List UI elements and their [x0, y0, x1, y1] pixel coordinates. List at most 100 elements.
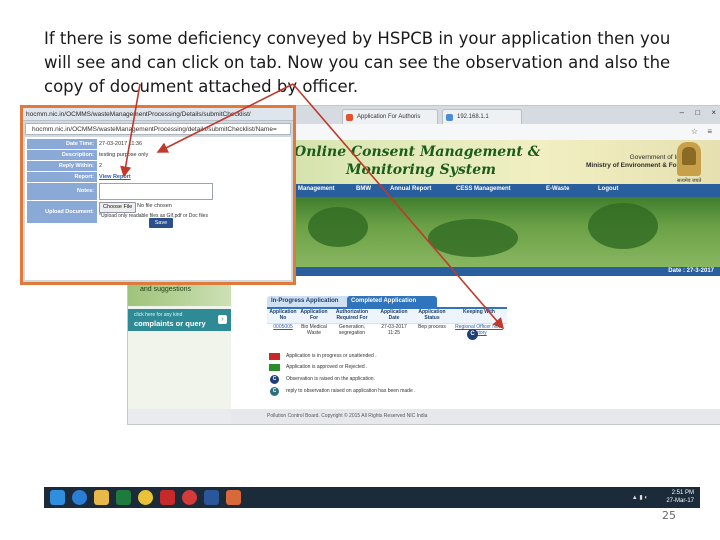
chevron-right-icon: ›	[218, 315, 227, 324]
site-title-line-1: Online Consent Management &	[294, 144, 541, 160]
col-application-no: Application No	[269, 309, 297, 321]
complaints-line-1: click here for any kind	[134, 312, 183, 318]
complaints-button[interactable]: click here for any kind complaints or qu…	[128, 309, 231, 331]
reply-c-icon: C	[270, 387, 279, 396]
nav-item-logout[interactable]: Logout	[598, 186, 618, 192]
site-footer: Pollution Control Board. Copyright © 201…	[231, 409, 720, 424]
nav-item-bmw[interactable]: BMW	[356, 186, 371, 192]
government-line-2: Ministry of Environment & Forest	[586, 162, 689, 169]
view-report-link[interactable]: View Report	[99, 172, 227, 182]
field-upload-document: Upload Document: Choose File No file cho…	[27, 201, 227, 223]
tab-label: 192.168.1.1	[457, 114, 489, 120]
field-notes: Notes:	[27, 183, 227, 200]
col-keeping-with: Keeping With	[463, 309, 495, 315]
word-icon[interactable]	[204, 490, 219, 505]
national-emblem-icon	[677, 142, 701, 176]
application-content: In-Progress Application Completed Applic…	[231, 276, 720, 409]
col-application-status: Application Status	[418, 309, 446, 321]
legend-item: C reply to observation raised on applica…	[269, 387, 479, 397]
browser-tab-router[interactable]: 192.168.1.1	[442, 109, 522, 124]
caption-line-2: will see and can click on tab. Now you c…	[44, 53, 671, 72]
close-icon[interactable]: ×	[711, 108, 716, 117]
taskbar-clock[interactable]: 2:51 PM 27-Mar-17	[666, 489, 694, 505]
system-tray-icon[interactable]: ▲ ▮ ◐	[632, 494, 648, 501]
opera-icon[interactable]	[182, 490, 197, 505]
cell-authorization: Generation, segregation	[338, 324, 366, 336]
col-application-for: Application For	[300, 309, 328, 321]
banner-foliage	[428, 219, 518, 257]
legend-item: C Observation is raised on the applicati…	[269, 375, 479, 385]
tab-inprogress-application[interactable]: In-Progress Application	[267, 296, 353, 307]
legend-text: Application is approved or Rejected .	[286, 364, 368, 370]
menu-icon[interactable]: ≡	[707, 127, 712, 136]
popup-body: Date Time: 27-03-2017 11:36 Description:…	[25, 137, 291, 280]
nav-item-management[interactable]: Management	[298, 186, 335, 192]
observation-popup-window: hocmm.nic.in/OCMMS/wasteManagementProces…	[20, 105, 296, 285]
field-reply-within: Reply Within: 2	[27, 161, 227, 171]
chrome-icon[interactable]	[138, 490, 153, 505]
excel-icon[interactable]	[116, 490, 131, 505]
date-text: Date : 27-3-2017	[668, 268, 714, 274]
col-application-date: Application Date	[380, 309, 408, 321]
field-label: Date Time:	[27, 139, 97, 149]
field-label: Description:	[27, 150, 97, 160]
tab-label: Application For Authoris	[357, 114, 421, 120]
site-title-line-2: Monitoring System	[346, 162, 496, 178]
windows-taskbar: ▲ ▮ ◐ 2:51 PM 27-Mar-17	[44, 487, 700, 508]
save-button[interactable]: Save	[149, 218, 173, 228]
suggestions-text: and suggestions	[140, 286, 191, 293]
tab-favicon-icon	[446, 114, 453, 121]
observation-c-icon[interactable]: C	[467, 329, 478, 340]
field-description: Description: testing purpose only	[27, 150, 227, 160]
star-icon[interactable]: ☆	[691, 127, 698, 136]
observation-form: Date Time: 27-03-2017 11:36 Description:…	[27, 139, 227, 224]
notes-textarea[interactable]	[99, 183, 213, 200]
cell-application-no[interactable]: 0005005	[267, 324, 299, 338]
observation-c-icon: C	[270, 375, 279, 384]
cell-keeping-with[interactable]: Regional Officer Note History	[451, 324, 507, 338]
col-authorization: Authorization Required For	[335, 309, 369, 321]
slide-caption: If there is some deficiency conveyed by …	[44, 27, 674, 99]
popup-address-bar[interactable]: hocmm.nic.in/OCMMS/wasteManagementProces…	[25, 123, 291, 135]
clock-time: 2:51 PM	[671, 490, 694, 496]
field-label: Upload Document:	[27, 201, 97, 223]
slide-page-number: 25	[662, 509, 676, 522]
paint-icon[interactable]	[226, 490, 241, 505]
banner-foliage	[308, 207, 368, 247]
internet-explorer-icon[interactable]	[72, 490, 87, 505]
windows-start-icon[interactable]	[50, 490, 65, 505]
cell-application-for: Bio Medical Waste	[301, 324, 327, 336]
tab-completed-application[interactable]: Completed Application	[347, 296, 437, 307]
minimize-icon[interactable]: –	[680, 108, 684, 117]
field-label: Notes:	[27, 183, 97, 200]
legend-item: Application is approved or Rejected .	[269, 364, 479, 373]
green-swatch-icon	[269, 364, 280, 371]
cell-application-date: 27-03-2017 11:25	[381, 324, 407, 336]
field-label: Report:	[27, 172, 97, 182]
legend-text: Application is in progress or unattended…	[286, 353, 377, 359]
banner-foliage	[588, 203, 658, 249]
clock-date: 27-Mar-17	[666, 498, 694, 504]
field-value: 2	[99, 163, 103, 169]
adobe-icon[interactable]	[160, 490, 175, 505]
field-date-time: Date Time: 27-03-2017 11:36	[27, 139, 227, 149]
left-panel: and suggestions click here for any kind …	[128, 276, 231, 409]
file-explorer-icon[interactable]	[94, 490, 109, 505]
field-value: 27-03-2017 11:36	[99, 141, 143, 147]
field-value: testing purpose only	[99, 152, 149, 158]
complaints-line-2: complaints or query	[134, 319, 206, 328]
field-report: Report: View Report	[27, 172, 227, 182]
maximize-icon[interactable]: □	[695, 108, 700, 117]
legend-text: Observation is raised on the application…	[286, 376, 375, 382]
footer-copyright: Pollution Control Board. Copyright © 201…	[267, 413, 428, 419]
legend-text: reply to observation raised on applicati…	[286, 388, 416, 394]
caption-line-3: copy of document attached by officer.	[44, 77, 359, 96]
popup-title-bar: hocmm.nic.in/OCMMS/wasteManagementProces…	[23, 108, 293, 121]
table-header: Application No Application For Authoriza…	[267, 309, 507, 323]
nav-item-e-waste[interactable]: E-Waste	[546, 186, 569, 192]
browser-tab-application[interactable]: Application For Authoris	[342, 109, 438, 124]
no-file-chosen-text: No file chosen	[137, 203, 172, 209]
nav-item-annual-report[interactable]: Annual Report	[390, 186, 431, 192]
nav-item-cess-management[interactable]: CESS Management	[456, 186, 511, 192]
cell-application-status: Bep process	[418, 324, 446, 330]
